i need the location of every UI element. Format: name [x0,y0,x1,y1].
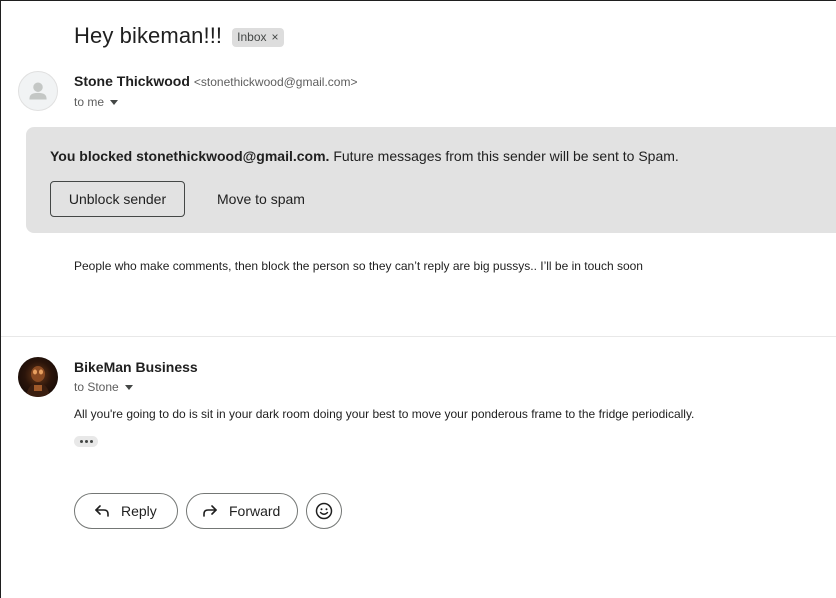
show-trimmed-content-button[interactable] [74,436,98,447]
message-2-body: All you're going to do is sit in your da… [74,407,695,421]
sender-avatar-photo[interactable] [18,357,58,397]
sender-name[interactable]: BikeMan Business [74,359,198,375]
ellipsis-dot [84,440,88,443]
remove-label-icon[interactable]: × [272,30,279,44]
sender-email: <stonethickwood@gmail.com> [193,75,358,89]
default-person-icon [29,82,47,100]
reply-label: Reply [121,503,157,519]
email-thread-view: Hey bikeman!!! Inbox × Stone Thickwood <… [0,0,836,598]
subject-row: Hey bikeman!!! Inbox × [74,23,284,49]
recipient-details-toggle[interactable]: to Stone [74,380,133,394]
unblock-sender-button[interactable]: Unblock sender [50,181,185,217]
recipient-text: to Stone [74,380,119,394]
chevron-down-icon [124,385,133,390]
chevron-down-icon [110,100,119,105]
ellipsis-dot [79,440,83,443]
forward-label: Forward [229,503,281,519]
blocked-message-rest: Future messages from this sender will be… [329,148,679,164]
blocked-message: You blocked stonethickwood@gmail.com. Fu… [50,148,679,164]
message-2-sender-row: BikeMan Business [74,359,198,375]
sender-name[interactable]: Stone Thickwood [74,73,190,89]
message-1-sender-row: Stone Thickwood <stonethickwood@gmail.co… [74,73,357,89]
reply-button[interactable]: Reply [74,493,178,529]
recipient-text: to me [74,95,105,109]
thread-subject: Hey bikeman!!! [74,23,223,48]
smiley-icon [315,502,333,520]
message-1-body: People who make comments, then block the… [74,259,643,273]
move-to-spam-button[interactable]: Move to spam [217,191,305,207]
forward-arrow-icon [201,502,219,520]
label-chip-text: Inbox [237,30,267,44]
forward-button[interactable]: Forward [186,493,298,529]
ellipsis-dot [89,440,93,443]
reply-arrow-icon [93,502,111,520]
message-divider [1,336,836,337]
sender-avatar[interactable] [18,71,58,111]
blocked-sender-banner: You blocked stonethickwood@gmail.com. Fu… [26,127,836,233]
emoji-reaction-button[interactable] [306,493,342,529]
recipient-details-toggle[interactable]: to me [74,95,119,109]
avatar-photo-image [26,366,50,397]
blocked-message-bold: You blocked stonethickwood@gmail.com. [50,148,330,164]
inbox-label-chip[interactable]: Inbox × [232,27,284,47]
